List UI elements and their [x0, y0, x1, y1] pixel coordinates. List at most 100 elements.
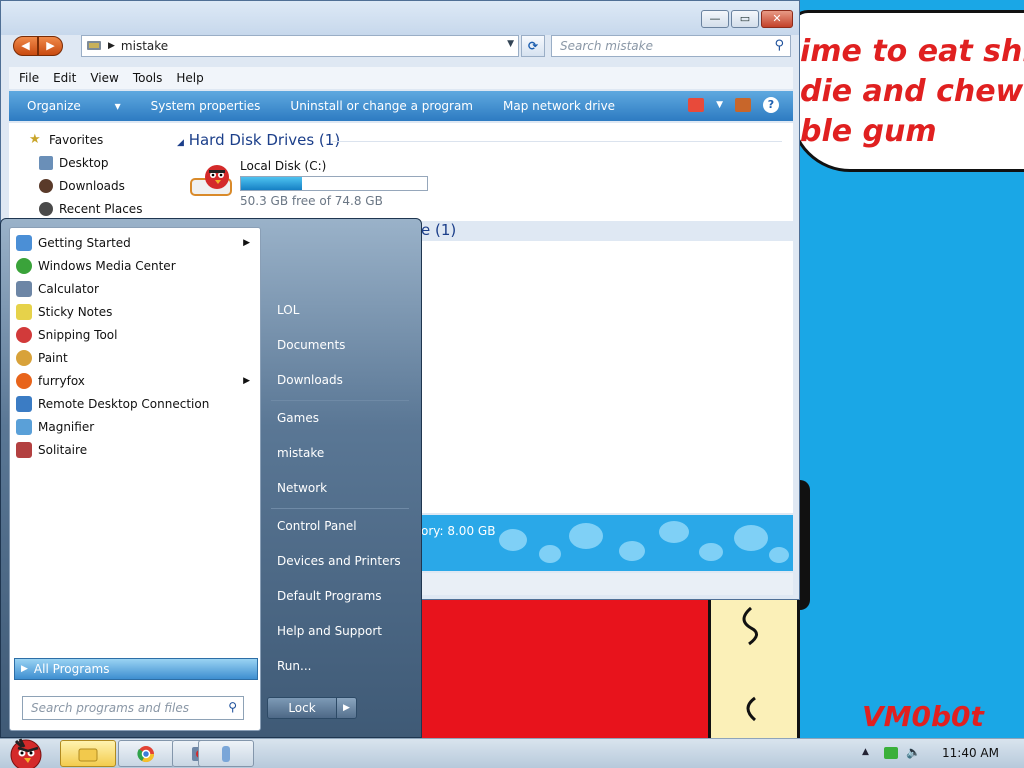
taskbar-clock[interactable]: 11:40 AM	[942, 746, 999, 760]
start-item-documents[interactable]: Documents	[277, 338, 345, 352]
minimize-button[interactable]: —	[701, 10, 729, 28]
program-remote-desktop[interactable]: Remote Desktop Connection	[14, 393, 258, 415]
address-dropdown-icon[interactable]: ▼	[507, 39, 514, 49]
title-bar[interactable]: — ▭ ✕	[1, 1, 799, 35]
hard-disk-group-header[interactable]: ◢ Hard Disk Drives (1)	[177, 131, 340, 149]
search-placeholder: Search mistake	[560, 39, 653, 53]
preview-pane-icon[interactable]	[735, 98, 751, 112]
program-furryfox[interactable]: furryfox ▶	[14, 370, 258, 392]
taskbar-chrome-button[interactable]	[118, 740, 174, 767]
start-item-lol[interactable]: LOL	[277, 303, 299, 317]
drive-free-text: 50.3 GB free of 74.8 GB	[240, 194, 383, 208]
lock-button-group: Lock ▶	[267, 697, 357, 719]
start-menu-programs-pane: Getting Started ▶ Windows Media Center C…	[9, 227, 261, 731]
address-text: mistake	[120, 39, 169, 53]
program-paint[interactable]: Paint	[14, 347, 258, 369]
volume-icon[interactable]: 🔈	[906, 745, 921, 759]
content-pane: ◢ Hard Disk Drives (1) Local Disk (C:) 5…	[167, 123, 793, 221]
wallpaper-text-line1: ime to eat shit	[800, 34, 1024, 69]
paint-icon	[16, 350, 32, 366]
program-label: Getting Started	[38, 236, 131, 250]
angry-bird-drive-icon[interactable]	[189, 163, 235, 199]
close-button[interactable]: ✕	[761, 10, 793, 28]
menu-tools[interactable]: Tools	[133, 71, 163, 85]
group-divider	[332, 141, 782, 142]
map-network-drive-button[interactable]: Map network drive	[503, 99, 615, 113]
start-menu-divider	[271, 400, 409, 401]
address-bar[interactable]: ▶ mistake ▼	[81, 35, 519, 57]
program-solitaire[interactable]: Solitaire	[14, 439, 258, 461]
back-button[interactable]: ◀	[13, 36, 38, 56]
menu-file[interactable]: File	[19, 71, 39, 85]
wallpaper-signature: VM0b0t	[862, 700, 984, 733]
program-snipping-tool[interactable]: Snipping Tool	[14, 324, 258, 346]
refresh-button[interactable]: ⟳	[521, 35, 545, 57]
submenu-arrow-icon: ▶	[243, 238, 250, 248]
nav-recent-label: Recent Places	[59, 202, 143, 216]
nav-recent-places[interactable]: Recent Places	[39, 202, 142, 216]
wallpaper-text-line2: die and chew	[800, 74, 1024, 109]
network-icon[interactable]	[884, 747, 898, 759]
start-item-devices-printers[interactable]: Devices and Printers	[277, 554, 401, 568]
drive-name[interactable]: Local Disk (C:)	[240, 159, 326, 173]
removable-group-header[interactable]: e (1)	[421, 221, 456, 239]
drive-usage-fill	[241, 177, 303, 190]
content-pane-lower	[421, 241, 793, 513]
program-sticky-notes[interactable]: Sticky Notes	[14, 301, 258, 323]
organize-button[interactable]: Organize ▾	[27, 99, 121, 113]
forward-button[interactable]: ▶	[38, 36, 63, 56]
nav-downloads[interactable]: Downloads	[39, 179, 125, 193]
system-properties-button[interactable]: System properties	[151, 99, 261, 113]
start-item-network[interactable]: Network	[277, 481, 327, 495]
solitaire-icon	[16, 442, 32, 458]
show-hidden-icons-icon[interactable]: ▲	[862, 747, 876, 759]
taskbar: ▲ 🔈 11:40 AM	[0, 738, 1024, 768]
menu-help[interactable]: Help	[176, 71, 203, 85]
nav-favorites[interactable]: ★ Favorites	[29, 132, 103, 148]
uninstall-program-button[interactable]: Uninstall or change a program	[290, 99, 473, 113]
hard-disk-header-label: Hard Disk Drives (1)	[188, 131, 341, 149]
computer-icon	[87, 41, 101, 50]
search-input[interactable]: Search mistake ⚲	[551, 35, 791, 57]
search-icon[interactable]: ⚲	[228, 700, 237, 714]
program-windows-media-center[interactable]: Windows Media Center	[14, 255, 258, 277]
program-label: Snipping Tool	[38, 328, 118, 342]
start-item-default-programs[interactable]: Default Programs	[277, 589, 382, 603]
start-item-help-support[interactable]: Help and Support	[277, 624, 382, 638]
shutdown-options-button[interactable]: ▶	[336, 698, 356, 718]
menu-edit[interactable]: Edit	[53, 71, 76, 85]
taskbar-explorer-button[interactable]	[60, 740, 116, 767]
help-icon[interactable]: ?	[763, 97, 779, 113]
nav-desktop[interactable]: Desktop	[39, 156, 109, 170]
magnifier-icon	[16, 419, 32, 435]
start-menu-divider	[271, 508, 409, 509]
start-item-control-panel[interactable]: Control Panel	[277, 519, 357, 533]
nav-downloads-label: Downloads	[59, 179, 125, 193]
start-item-run[interactable]: Run...	[277, 659, 311, 673]
start-menu: Getting Started ▶ Windows Media Center C…	[0, 218, 422, 738]
search-icon[interactable]: ⚲	[774, 38, 784, 53]
view-options-icon[interactable]	[688, 98, 705, 112]
program-label: Remote Desktop Connection	[38, 397, 210, 411]
all-programs-button[interactable]: ▶ All Programs	[14, 658, 258, 680]
program-getting-started[interactable]: Getting Started ▶	[14, 232, 258, 254]
navigation-pane: ★ Favorites Desktop Downloads Recent Pla…	[9, 123, 167, 221]
start-item-mistake[interactable]: mistake	[277, 446, 324, 460]
firefox-icon	[16, 373, 32, 389]
program-magnifier[interactable]: Magnifier	[14, 416, 258, 438]
program-calculator[interactable]: Calculator	[14, 278, 258, 300]
menu-view[interactable]: View	[90, 71, 118, 85]
start-button-angry-bird-icon[interactable]	[4, 733, 48, 768]
start-search-placeholder: Search programs and files	[31, 701, 189, 715]
downloads-icon	[39, 179, 53, 193]
taskbar-app-button[interactable]	[198, 740, 254, 767]
start-item-games[interactable]: Games	[277, 411, 319, 425]
start-search-input[interactable]: Search programs and files ⚲	[22, 696, 244, 720]
program-label: Windows Media Center	[38, 259, 176, 273]
start-item-downloads[interactable]: Downloads	[277, 373, 343, 387]
star-icon: ★	[29, 132, 41, 147]
lock-button[interactable]: Lock	[268, 698, 336, 718]
collapse-icon: ◢	[177, 138, 184, 148]
view-dropdown-icon[interactable]: ▼	[716, 100, 723, 110]
maximize-button[interactable]: ▭	[731, 10, 759, 28]
